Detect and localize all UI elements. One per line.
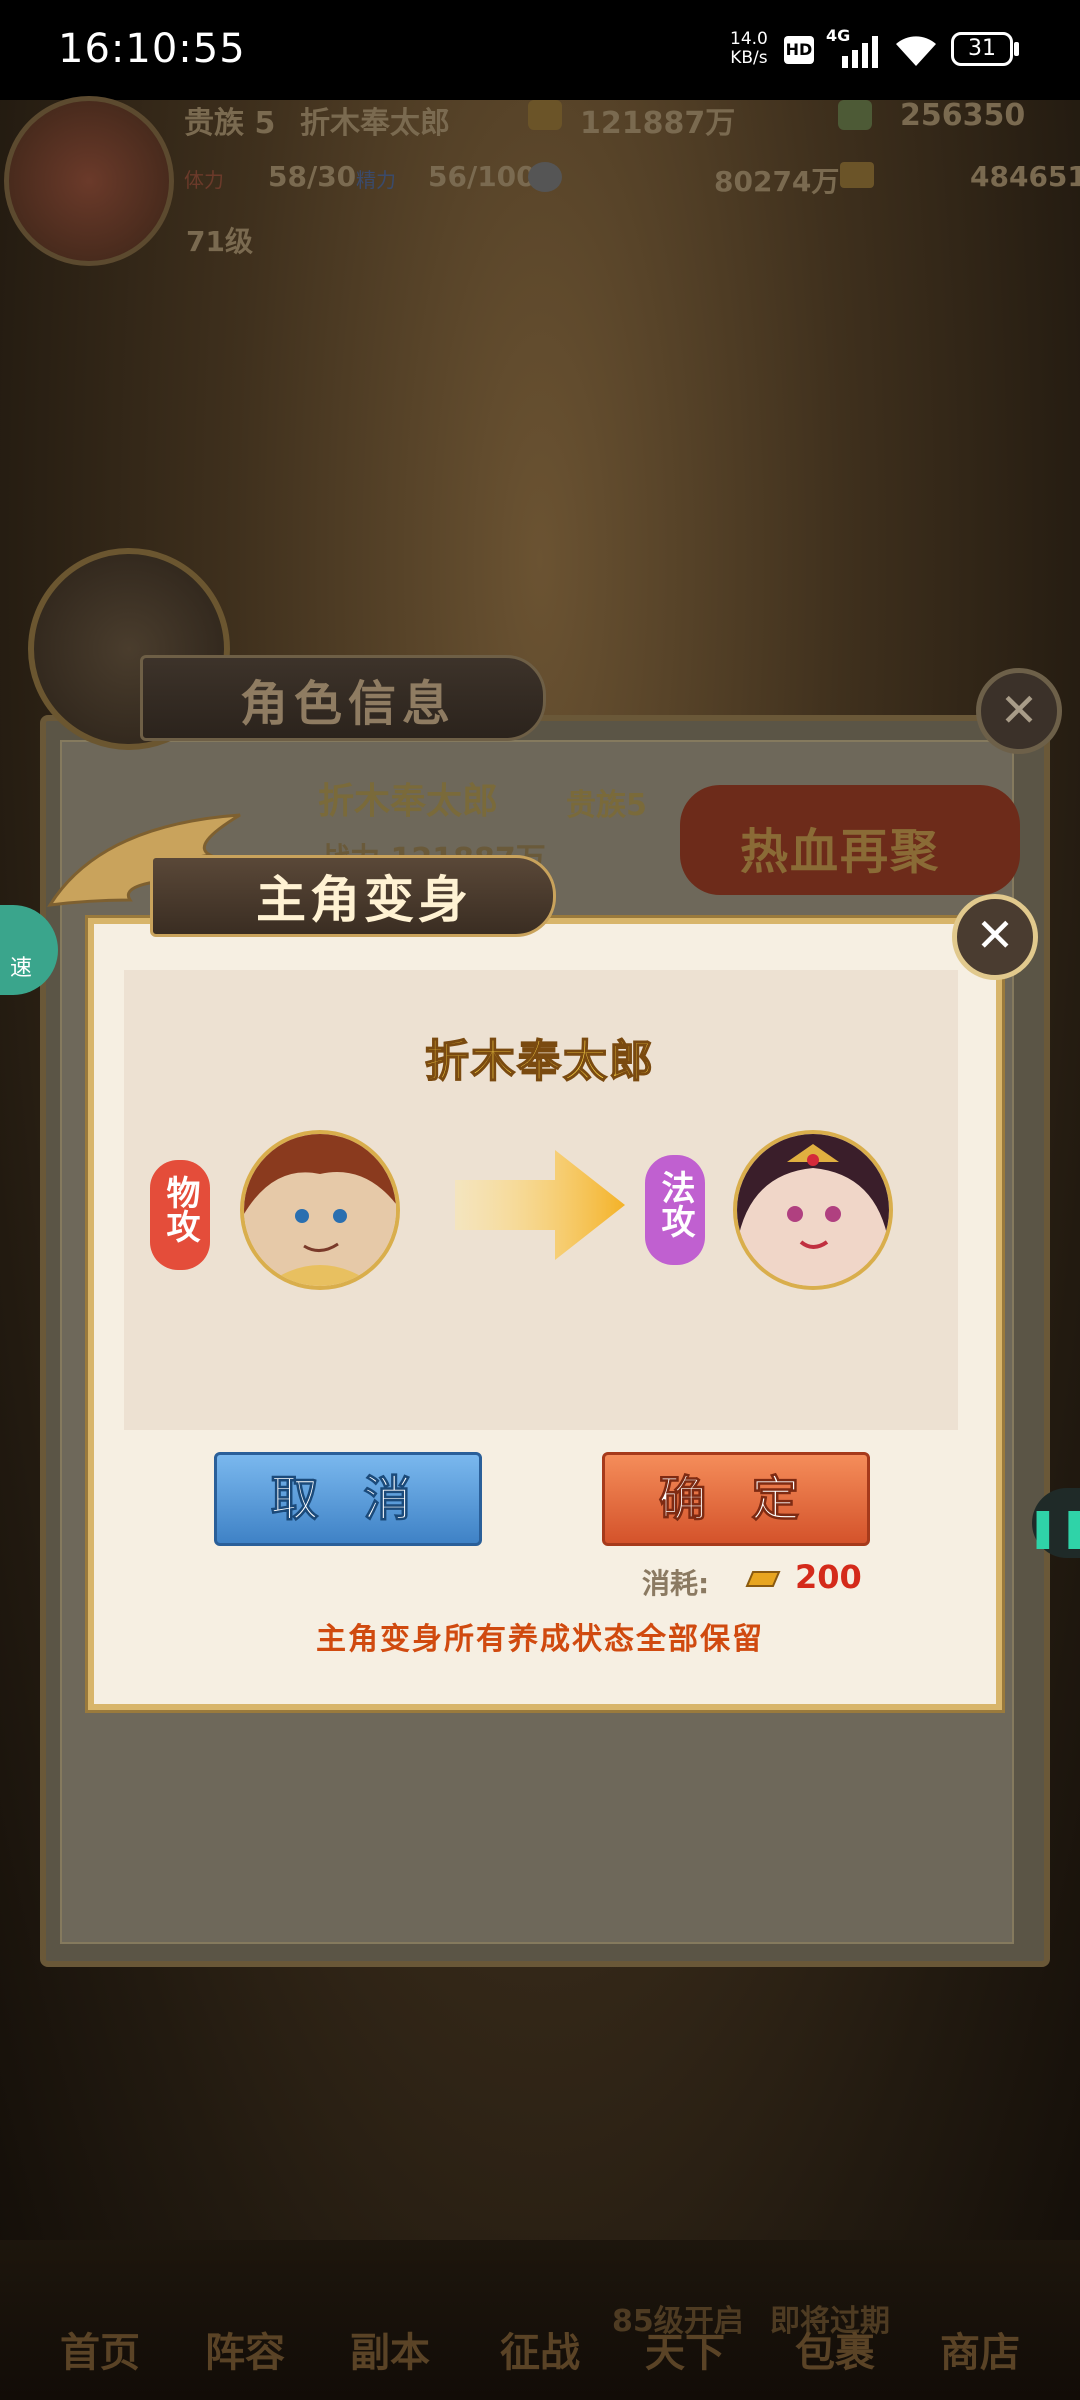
hud-diamonds: 256350	[900, 98, 1026, 133]
nav-dungeon[interactable]: 副本	[325, 2320, 455, 2378]
hud-silver: 80274万	[714, 165, 840, 198]
nav-bag[interactable]: 包裹	[770, 2320, 900, 2378]
battery-level: 31	[968, 36, 996, 61]
event-banner-text: 热血再聚	[740, 824, 941, 880]
speed-up-label: 速	[10, 956, 33, 981]
hud-level: 71级	[186, 225, 253, 258]
cost-label: 消耗:	[642, 1567, 710, 1600]
nav-campaign[interactable]: 征战	[475, 2320, 605, 2378]
character-info-name: 折木奉太郎	[318, 781, 499, 822]
transform-notice: 主角变身所有养成状态全部保留	[316, 1622, 764, 1657]
battery-icon: 31	[951, 32, 1013, 66]
current-form-portrait	[240, 1130, 400, 1290]
physical-attack-tag: 物攻	[150, 1160, 210, 1270]
transform-arrow-icon	[455, 1150, 625, 1260]
confirm-button[interactable]: 确 定	[602, 1452, 870, 1546]
nav-lineup[interactable]: 阵容	[180, 2320, 310, 2378]
nav-shop[interactable]: 商店	[915, 2320, 1045, 2378]
network-speed-unit: KB/s	[730, 48, 768, 68]
nav-home[interactable]: 首页	[35, 2320, 165, 2378]
transform-dialog-close-button[interactable]: ✕	[952, 894, 1038, 980]
hud-energy: 56/100	[428, 160, 536, 193]
character-info-title: 角色信息	[240, 676, 457, 732]
battery-tip	[1014, 42, 1019, 56]
wifi-icon	[896, 36, 936, 66]
cost-value: 200	[795, 1558, 862, 1596]
hud-stamina-label: 体力	[184, 168, 224, 192]
hd-icon: HD	[784, 32, 814, 68]
hero-name: 折木奉太郎	[424, 1035, 655, 1088]
network-speed-value: 14.0	[730, 29, 768, 49]
silver-icon	[528, 162, 562, 192]
nav-world[interactable]: 天下	[620, 2320, 750, 2378]
transform-dialog-title: 主角变身	[256, 871, 472, 929]
hud-player-name: 折木奉太郎	[300, 106, 450, 141]
hud-noble: 贵族 5	[184, 106, 276, 141]
target-form-portrait	[733, 1130, 893, 1290]
magic-attack-tag-text: 法攻	[655, 1170, 695, 1238]
magic-attack-tag: 法攻	[645, 1155, 705, 1265]
hud-gold: 484651	[970, 160, 1080, 193]
hud-power: 121887万	[580, 106, 736, 141]
power-icon	[528, 100, 562, 130]
cancel-button[interactable]: 取 消	[214, 1452, 482, 1546]
diamond-icon	[838, 100, 872, 130]
hud-stamina: 58/30	[268, 160, 357, 193]
status-time: 16:10:55	[58, 26, 246, 72]
pause-icon: ❚❚	[1027, 1505, 1080, 1549]
gold-ingot-icon	[840, 162, 874, 188]
player-avatar[interactable]	[4, 96, 174, 266]
gold-bar-icon	[745, 1571, 781, 1587]
character-info-noble: 贵族5	[566, 788, 647, 823]
network-speed: 14.0 KB/s	[730, 30, 768, 68]
hud-energy-label: 精力	[356, 168, 396, 192]
character-info-close-button[interactable]: ✕	[976, 668, 1062, 754]
physical-attack-tag-text: 物攻	[160, 1175, 200, 1243]
signal-icon	[842, 36, 878, 68]
